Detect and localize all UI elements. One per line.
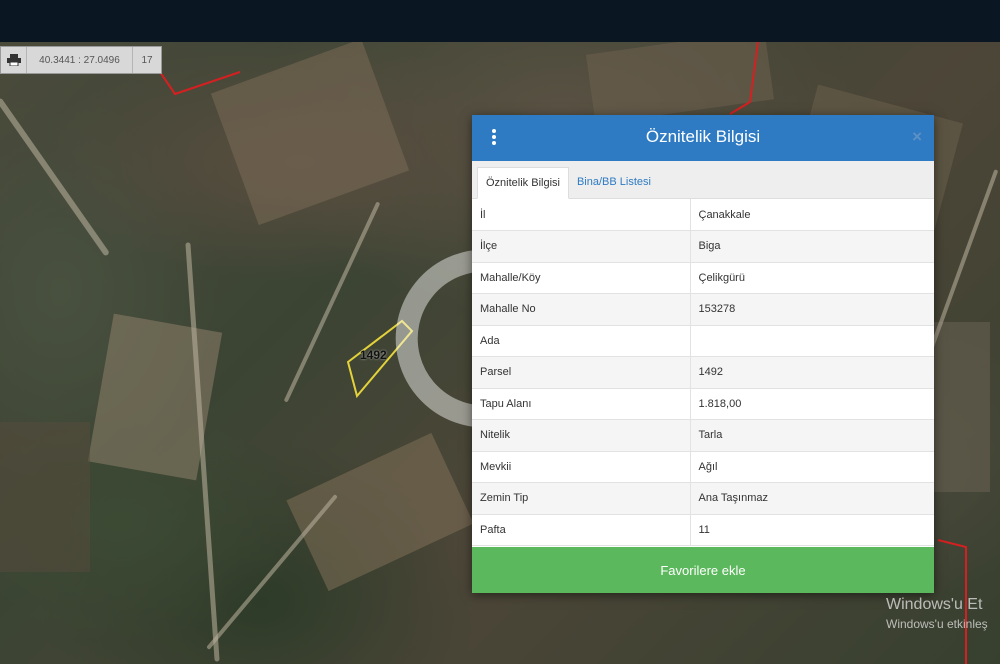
attribute-value: 153278 xyxy=(690,293,934,326)
dialog-title: Öznitelik Bilgisi xyxy=(645,127,761,146)
attribute-key: Pafta xyxy=(472,514,691,546)
attribute-key: Mahalle/Köy xyxy=(472,262,691,294)
attribute-key: Ada xyxy=(472,325,691,357)
add-to-favorites-button[interactable]: Favorilere ekle xyxy=(472,547,934,593)
tab-attribute-info[interactable]: Öznitelik Bilgisi xyxy=(477,167,569,199)
attribute-key: Mevkii xyxy=(472,451,691,483)
table-row: Nitelik Tarla xyxy=(472,419,934,452)
activation-title: Windows'u Et xyxy=(886,596,983,613)
table-row: İlçe Biga xyxy=(472,230,934,263)
attribute-key: Zemin Tip xyxy=(472,482,691,515)
parcel-number-label: 1492 xyxy=(360,348,387,362)
table-row: Mahalle/Köy Çelikgürü xyxy=(472,262,934,294)
printer-icon xyxy=(6,54,21,66)
attribute-value: Ağıl xyxy=(690,451,934,483)
table-row: Parsel 1492 xyxy=(472,356,934,389)
table-row: Mahalle No 153278 xyxy=(472,293,934,326)
close-icon[interactable]: × xyxy=(912,127,922,147)
table-row: Zemin Tip Ana Taşınmaz xyxy=(472,482,934,515)
attribute-table: İl Çanakkale İlçe Biga Mahalle/Köy Çelikgür… xyxy=(472,199,934,546)
attribute-dialog: Öznitelik Bilgisi × Öznitelik Bilgisi Bi… xyxy=(472,115,934,593)
attribute-key: Nitelik xyxy=(472,419,691,452)
table-row: Ada xyxy=(472,325,934,357)
attribute-value: 1.818,00 xyxy=(690,388,934,420)
top-bar xyxy=(0,0,1000,42)
table-row: Tapu Alanı 1.818,00 xyxy=(472,388,934,420)
boundary-line xyxy=(729,42,759,115)
attribute-value: Çelikgürü xyxy=(690,262,934,294)
attribute-key: İlçe xyxy=(472,230,691,263)
attribute-value: Biga xyxy=(690,230,934,263)
table-row: Mevkii Ağıl xyxy=(472,451,934,483)
coordinate-readout: 40.3441 : 27.0496 xyxy=(27,47,133,73)
attribute-value: Ana Taşınmaz xyxy=(690,482,934,515)
attribute-key: İl xyxy=(472,199,691,231)
attribute-value xyxy=(690,325,934,357)
attribute-key: Parsel xyxy=(472,356,691,389)
dialog-tabs: Öznitelik Bilgisi Bina/BB Listesi xyxy=(472,161,934,199)
activation-subtitle: Windows'u etkinleş xyxy=(886,617,988,631)
zoom-level: 17 xyxy=(141,54,153,66)
attribute-value: Çanakkale xyxy=(690,199,934,231)
tab-building-list[interactable]: Bina/BB Listesi xyxy=(569,166,659,198)
attribute-value: Tarla xyxy=(690,419,934,452)
map-toolbar: 40.3441 : 27.0496 17 xyxy=(0,46,162,74)
dialog-header: Öznitelik Bilgisi × xyxy=(472,115,934,161)
attribute-key: Tapu Alanı xyxy=(472,388,691,420)
attribute-value: 1492 xyxy=(690,356,934,389)
attribute-key: Mahalle No xyxy=(472,293,691,326)
table-row: Pafta 11 xyxy=(472,514,934,546)
attribute-value: 11 xyxy=(690,514,934,546)
boundary-line xyxy=(159,71,241,96)
windows-activation-notice: Windows'u Et Windows'u etkinleş xyxy=(886,596,988,631)
print-button[interactable] xyxy=(1,47,27,73)
table-row: İl Çanakkale xyxy=(472,199,934,231)
